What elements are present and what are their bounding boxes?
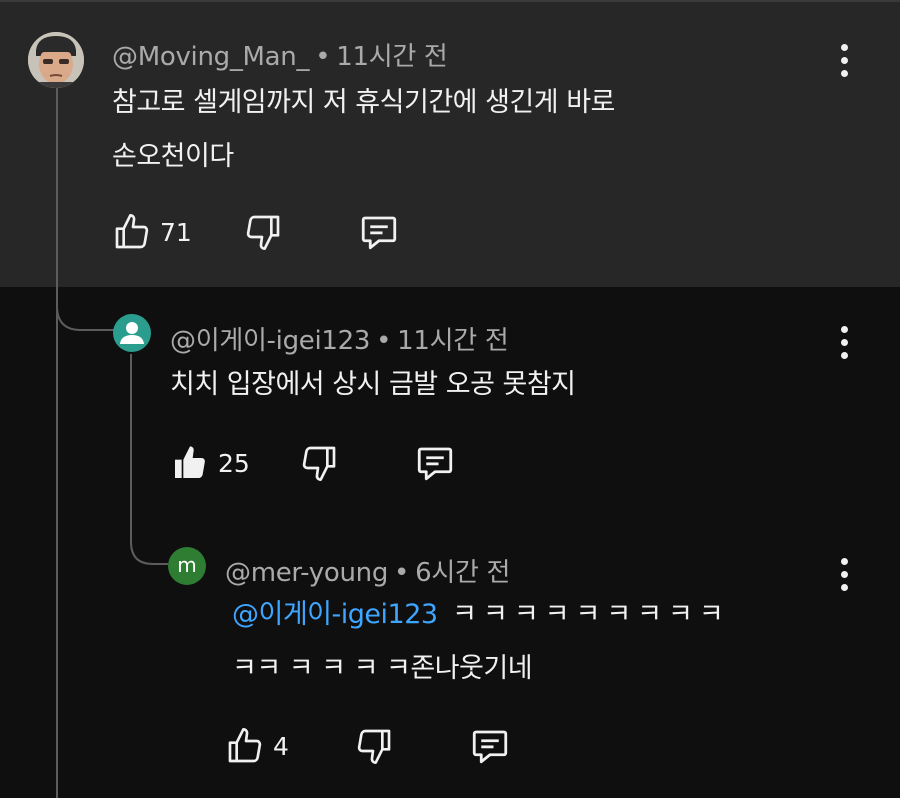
reply-button[interactable] [358, 211, 400, 253]
like-count: 71 [160, 217, 192, 247]
dislike-button[interactable] [299, 443, 339, 483]
avatar[interactable] [113, 314, 151, 352]
comment-header: @mer-young • 6시간 전 [225, 552, 510, 589]
timestamp: 11시간 전 [336, 42, 448, 72]
comment-reply-icon [417, 447, 453, 481]
comment-line: 치치 입장에서 상시 금발 오공 못참지 [170, 369, 576, 400]
thumb-down-outline-icon [246, 215, 280, 251]
thumb-up-outline-icon [115, 214, 149, 249]
avatar[interactable] [28, 32, 84, 88]
avatar-letter: m [177, 553, 197, 577]
more-vert-icon[interactable] [838, 44, 850, 78]
thread-connector [130, 534, 168, 565]
reply-button[interactable] [469, 725, 511, 767]
comment-line: 참고로 셀게임까지 저 휴식기간에 생긴게 바로 [112, 87, 615, 118]
like-button[interactable]: 71 [112, 212, 192, 252]
comment-text: @이게이-igei123 ㅋㅋㅋㅋㅋㅋㅋㅋㅋ ㅋㅋ ㅋ ㅋ ㅋ ㅋ존나웃기네 [232, 588, 730, 696]
thread-line [130, 354, 132, 536]
thumb-up-outline-icon [228, 728, 262, 763]
thread-connector [56, 286, 116, 331]
separator-dot: • [394, 558, 410, 588]
comment-line: 손오천이다 [112, 141, 234, 172]
like-button[interactable]: 4 [225, 726, 289, 766]
timestamp: 6시간 전 [415, 558, 511, 588]
reply-button[interactable] [414, 442, 456, 484]
comment-reply-icon [472, 730, 508, 764]
thumb-up-filled-icon [175, 446, 205, 478]
thread-line [56, 88, 58, 798]
author-name[interactable]: @Moving_Man_ [112, 42, 309, 72]
default-person-avatar [120, 322, 144, 344]
comment-header: @이게이-igei123 • 11시간 전 [170, 320, 509, 357]
timestamp: 11시간 전 [397, 326, 509, 356]
avatar[interactable]: m [168, 547, 206, 585]
comment-text: 치치 입장에서 상시 금발 오공 못참지 [170, 358, 576, 412]
thumb-down-outline-icon [302, 446, 336, 481]
comment-text-fragment: ㅋㅋㅋㅋㅋㅋㅋㅋㅋ [437, 599, 730, 630]
dislike-button[interactable] [243, 212, 283, 252]
author-name[interactable]: @mer-young [225, 558, 388, 588]
mention-link[interactable]: @이게이-igei123 [232, 599, 438, 630]
like-button[interactable]: 25 [170, 443, 250, 483]
more-vert-icon[interactable] [838, 326, 850, 360]
comment-reply-icon [361, 216, 397, 250]
separator-dot: • [376, 326, 392, 356]
separator-dot: • [315, 42, 331, 72]
comment-text: 참고로 셀게임까지 저 휴식기간에 생긴게 바로 손오천이다 [112, 76, 615, 184]
divider [0, 0, 900, 2]
author-name[interactable]: @이게이-igei123 [170, 326, 370, 356]
comment-line: @이게이-igei123 ㅋㅋㅋㅋㅋㅋㅋㅋㅋ [232, 588, 730, 642]
like-count: 25 [218, 448, 250, 478]
comment-header: @Moving_Man_ • 11시간 전 [112, 36, 448, 73]
comment-line: ㅋㅋ ㅋ ㅋ ㅋ ㅋ존나웃기네 [232, 653, 533, 684]
more-vert-icon[interactable] [838, 558, 850, 592]
like-count: 4 [273, 731, 289, 761]
thumb-down-outline-icon [357, 729, 391, 764]
dislike-button[interactable] [354, 726, 394, 766]
